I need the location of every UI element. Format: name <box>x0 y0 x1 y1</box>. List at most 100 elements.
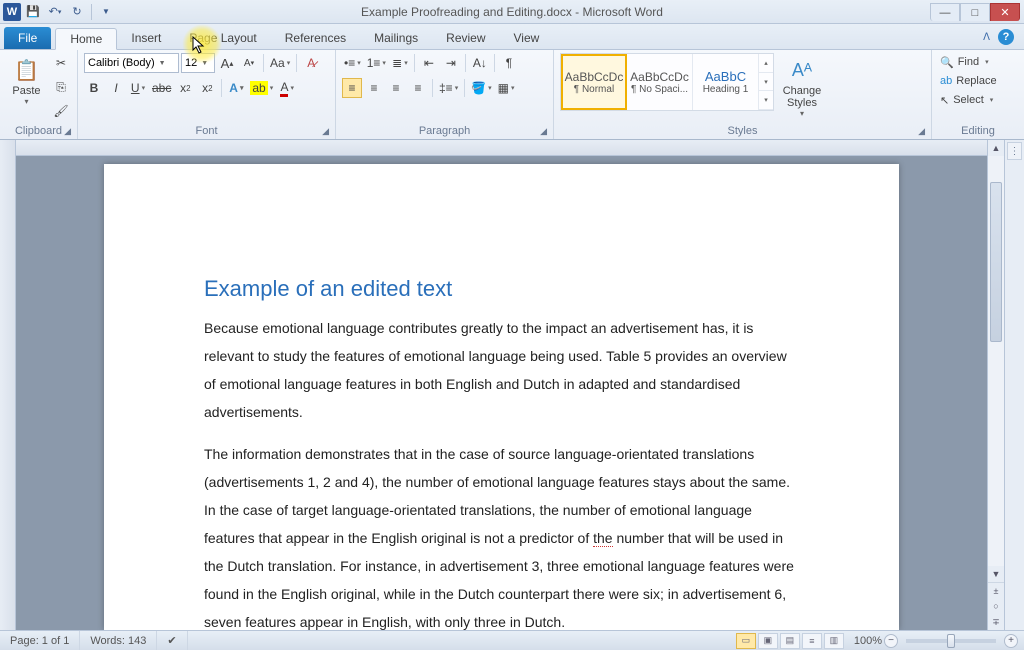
status-words[interactable]: Words: 143 <box>80 631 157 650</box>
show-marks-icon[interactable]: ¶ <box>499 53 519 73</box>
maximize-button[interactable]: □ <box>960 3 990 21</box>
redo-icon[interactable]: ↻ <box>67 2 87 22</box>
align-right-button[interactable]: ≡ <box>386 78 406 98</box>
copy-icon[interactable]: ⎘ <box>51 77 71 97</box>
view-print-layout-icon[interactable]: ▭ <box>736 633 756 649</box>
subscript-button[interactable]: x2 <box>175 78 195 98</box>
save-icon[interactable]: 💾 <box>23 2 43 22</box>
spellcheck-underline[interactable]: the <box>593 530 612 547</box>
vertical-scrollbar[interactable]: ▲ ▼ ± ○ ∓ <box>987 140 1004 630</box>
zoom-in-button[interactable]: + <box>1004 634 1018 648</box>
grow-font-icon[interactable]: A▴ <box>217 53 237 73</box>
strikethrough-button[interactable]: abc <box>150 78 173 98</box>
styles-gallery[interactable]: AaBbCcDc ¶ Normal AaBbCcDc ¶ No Spaci...… <box>560 53 774 111</box>
select-button[interactable]: ↖Select▾ <box>938 91 999 109</box>
shading-icon[interactable]: 🪣▾ <box>469 78 493 98</box>
increase-indent-icon[interactable]: ⇥ <box>441 53 461 73</box>
page[interactable]: Example of an edited text Because emotio… <box>104 164 899 630</box>
dialog-launcher-icon[interactable]: ◢ <box>540 126 547 137</box>
paste-button[interactable]: 📋 Paste ▾ <box>6 53 47 108</box>
dialog-launcher-icon[interactable]: ◢ <box>322 126 329 137</box>
tab-mailings[interactable]: Mailings <box>360 27 432 49</box>
scroll-thumb[interactable] <box>990 182 1002 342</box>
underline-button[interactable]: U▾ <box>128 78 148 98</box>
tab-view[interactable]: View <box>500 27 554 49</box>
tab-home[interactable]: Home <box>55 28 117 50</box>
tab-insert[interactable]: Insert <box>117 27 175 49</box>
next-page-icon[interactable]: ∓ <box>988 614 1004 630</box>
zoom-out-button[interactable]: − <box>884 634 898 648</box>
superscript-button[interactable]: x2 <box>197 78 217 98</box>
horizontal-ruler[interactable] <box>16 140 987 156</box>
ribbon: 📋 Paste ▾ ✂ ⎘ 🖌 Clipboard◢ Calibri (Body… <box>0 50 1024 140</box>
style-heading1[interactable]: AaBbC Heading 1 <box>693 54 759 110</box>
font-color-icon[interactable]: A▾ <box>277 78 297 98</box>
status-page[interactable]: Page: 1 of 1 <box>0 631 80 650</box>
qat-customize-icon[interactable]: ▼ <box>96 2 116 22</box>
help-icon[interactable]: ? <box>998 29 1014 45</box>
close-button[interactable]: ✕ <box>990 3 1020 21</box>
view-outline-icon[interactable]: ≡ <box>802 633 822 649</box>
bullets-icon[interactable]: •≡▾ <box>342 53 363 73</box>
borders-icon[interactable]: ▦▾ <box>496 78 517 98</box>
tab-page-layout[interactable]: Page Layout <box>175 27 270 49</box>
change-styles-button[interactable]: Aᴬ Change Styles ▾ <box>778 53 826 120</box>
text-effects-icon[interactable]: A▾ <box>226 78 246 98</box>
browse-object-icon[interactable]: ○ <box>988 598 1004 614</box>
status-bar: Page: 1 of 1 Words: 143 ✔ ▭ ▣ ▤ ≡ ▥ 100%… <box>0 630 1024 650</box>
bold-button[interactable]: B <box>84 78 104 98</box>
status-proofing-icon[interactable]: ✔ <box>157 631 187 650</box>
document-heading: Example of an edited text <box>204 276 799 302</box>
undo-icon[interactable]: ↶▾ <box>45 2 65 22</box>
window-buttons: — □ ✕ <box>930 2 1024 21</box>
minimize-button[interactable]: — <box>930 3 960 21</box>
document-canvas[interactable]: Example of an edited text Because emotio… <box>16 156 987 630</box>
zoom-level[interactable]: 100% <box>854 635 882 647</box>
style-normal[interactable]: AaBbCcDc ¶ Normal <box>561 54 627 110</box>
decrease-indent-icon[interactable]: ⇤ <box>419 53 439 73</box>
tab-references[interactable]: References <box>271 27 360 49</box>
dialog-launcher-icon[interactable]: ◢ <box>64 126 71 137</box>
scroll-up-icon[interactable]: ▲ <box>988 140 1004 156</box>
zoom-slider[interactable] <box>906 639 996 643</box>
vertical-ruler[interactable] <box>0 140 16 630</box>
replace-button[interactable]: abReplace <box>938 72 999 90</box>
sort-icon[interactable]: A↓ <box>470 53 490 73</box>
highlight-icon[interactable]: ab▾ <box>248 78 275 98</box>
quick-access-toolbar: W 💾 ↶▾ ↻ ▼ <box>0 2 116 22</box>
font-size-combo[interactable]: 12▼ <box>181 53 215 73</box>
find-icon: 🔍 <box>940 56 954 69</box>
styles-more-icon[interactable]: ▴▾▾ <box>759 54 773 110</box>
prev-page-icon[interactable]: ± <box>988 582 1004 598</box>
panel-handle-icon[interactable]: ⋮ <box>1007 142 1022 160</box>
dialog-launcher-icon[interactable]: ◢ <box>918 126 925 137</box>
view-draft-icon[interactable]: ▥ <box>824 633 844 649</box>
paste-icon: 📋 <box>12 55 42 85</box>
clear-formatting-icon[interactable]: A̷ <box>301 53 321 73</box>
italic-button[interactable]: I <box>106 78 126 98</box>
find-button[interactable]: 🔍Find▾ <box>938 53 999 71</box>
numbering-icon[interactable]: 1≡▾ <box>365 53 388 73</box>
cut-icon[interactable]: ✂ <box>51 53 71 73</box>
align-left-button[interactable]: ≡ <box>342 78 362 98</box>
tab-file[interactable]: File <box>4 27 51 49</box>
paragraph-1: Because emotional language contributes g… <box>204 314 799 426</box>
minimize-ribbon-icon[interactable]: ꓥ <box>983 32 990 43</box>
change-case-icon[interactable]: Aa▾ <box>268 53 292 73</box>
justify-button[interactable]: ≡ <box>408 78 428 98</box>
font-name-combo[interactable]: Calibri (Body)▼ <box>84 53 179 73</box>
style-no-spacing[interactable]: AaBbCcDc ¶ No Spaci... <box>627 54 693 110</box>
view-web-icon[interactable]: ▤ <box>780 633 800 649</box>
multilevel-list-icon[interactable]: ≣▾ <box>390 53 410 73</box>
align-center-button[interactable]: ≡ <box>364 78 384 98</box>
shrink-font-icon[interactable]: A▾ <box>239 53 259 73</box>
change-styles-label: Change Styles <box>780 85 824 109</box>
group-label: Paragraph <box>419 125 470 137</box>
paragraph-2: The information demonstrates that in the… <box>204 440 799 630</box>
view-full-screen-icon[interactable]: ▣ <box>758 633 778 649</box>
line-spacing-icon[interactable]: ‡≡▾ <box>437 78 460 98</box>
tab-review[interactable]: Review <box>432 27 499 49</box>
zoom-knob[interactable] <box>947 634 955 648</box>
scroll-down-icon[interactable]: ▼ <box>988 566 1004 582</box>
format-painter-icon[interactable]: 🖌 <box>51 101 71 121</box>
